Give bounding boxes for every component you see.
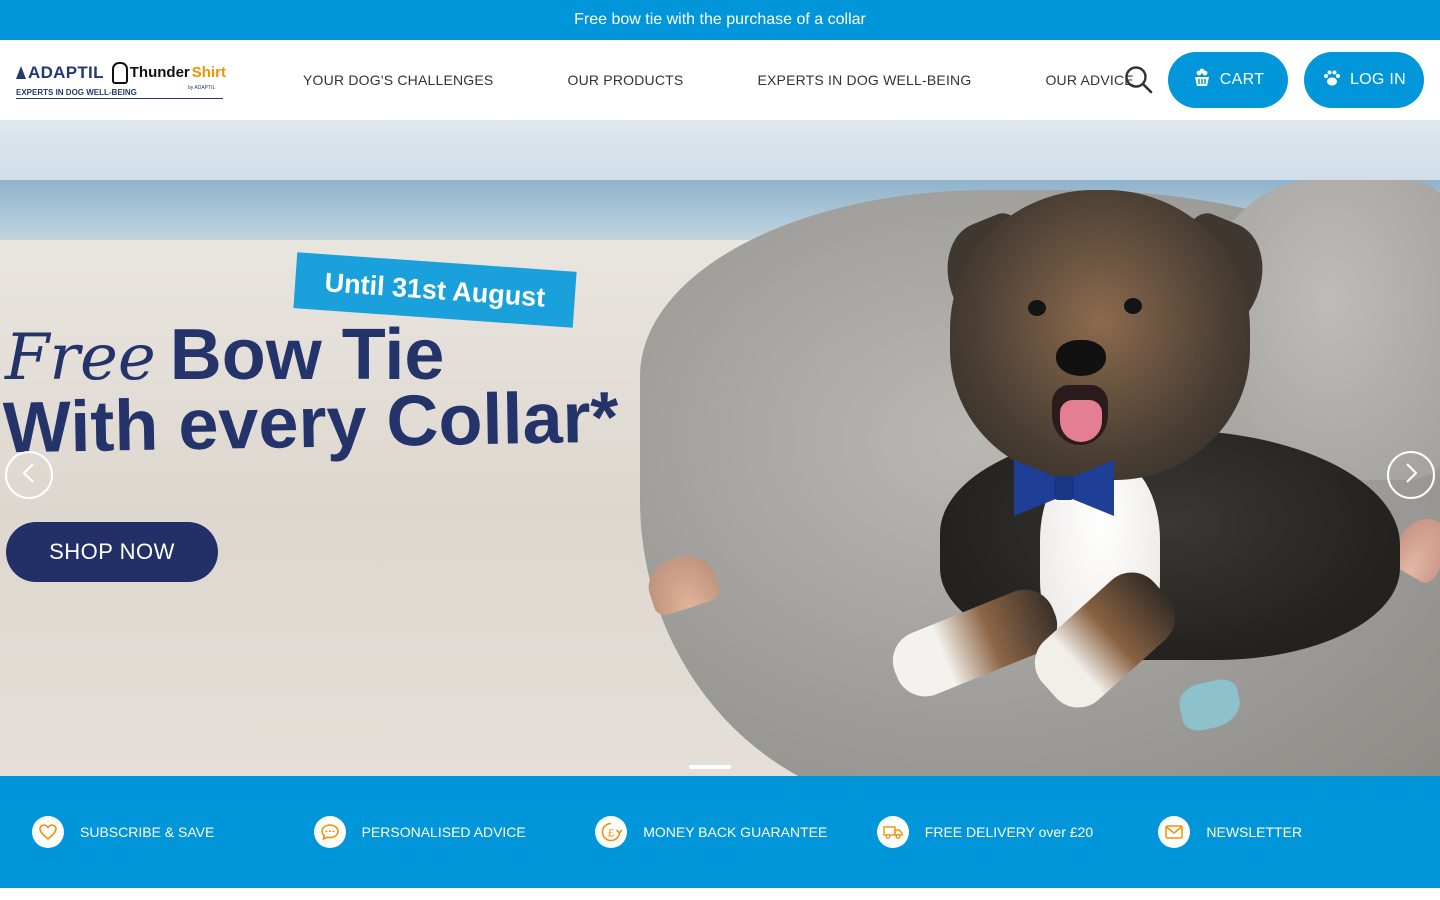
promo-bar[interactable]: Free bow tie with the purchase of a coll… (0, 0, 1440, 40)
delivery-truck-icon (876, 816, 909, 848)
carousel-next-button[interactable] (1387, 451, 1435, 499)
bow-tie (1014, 460, 1114, 516)
site-header: ADAPTIL Thunder Shirt EXPERTS IN DOG WELL… (0, 40, 1440, 120)
heart-icon (32, 816, 64, 848)
thundershirt-wordmark-a: Thunder (129, 64, 190, 81)
benefit-label: PERSONALISED ADVICE (361, 824, 526, 840)
dog-eye (1124, 298, 1142, 314)
nav-item-dog-challenges[interactable]: YOUR DOG'S CHALLENGES (303, 72, 493, 88)
login-label: LOG IN (1349, 71, 1407, 88)
cart-basket-icon (1192, 68, 1212, 93)
benefit-subscribe-save[interactable]: SUBSCRIBE & SAVE (32, 816, 314, 848)
carousel-prev-button[interactable] (5, 451, 53, 499)
benefits-bar: SUBSCRIBE & SAVE PERSONALISED ADVICE £ M… (0, 776, 1440, 888)
benefit-label: NEWSLETTER (1206, 824, 1303, 840)
benefit-label: SUBSCRIBE & SAVE (80, 824, 215, 840)
hero-carousel[interactable]: Until 31st August Free Bow Tie With ever… (0, 120, 1440, 776)
adaptil-logo: ADAPTIL (16, 63, 104, 83)
headline-free: Free (5, 321, 156, 395)
nav-item-experts[interactable]: EXPERTS IN DOG WELL-BEING (757, 72, 971, 88)
chat-icon (313, 816, 346, 848)
thundershirt-by-label: by ADAPTIL (188, 85, 216, 91)
benefit-money-back[interactable]: £ MONEY BACK GUARANTEE (595, 816, 877, 848)
dog-eye (1028, 300, 1046, 316)
mail-icon (1158, 816, 1191, 848)
dog-tongue (1060, 400, 1102, 442)
cart-label: CART (1219, 71, 1265, 88)
benefit-label: MONEY BACK GUARANTEE (643, 824, 828, 840)
chevron-left-icon (20, 462, 38, 489)
dog-nose (1056, 340, 1106, 376)
shop-now-button[interactable]: SHOP NOW (6, 522, 218, 582)
paw-icon (1322, 68, 1342, 93)
thundershirt-wordmark-b: Shirt (191, 64, 226, 81)
thundershirt-dog-icon (111, 61, 128, 84)
benefit-newsletter[interactable]: NEWSLETTER (1158, 816, 1440, 848)
nav-item-our-advice[interactable]: OUR ADVICE (1045, 72, 1133, 88)
benefit-personalised-advice[interactable]: PERSONALISED ADVICE (313, 816, 596, 848)
pound-icon: £ (595, 816, 628, 848)
dog-image (880, 190, 1420, 720)
login-button[interactable]: LOG IN (1304, 52, 1424, 108)
carousel-dot-active[interactable] (689, 765, 731, 769)
adaptil-mark-icon (16, 66, 26, 79)
adaptil-wordmark: ADAPTIL (28, 62, 104, 82)
logo-row: ADAPTIL Thunder Shirt (16, 61, 226, 84)
cart-button[interactable]: CART (1168, 52, 1288, 108)
search-icon[interactable] (1124, 65, 1154, 95)
promo-text[interactable]: Free bow tie with the purchase of a coll… (574, 11, 866, 29)
dog-head (950, 190, 1250, 480)
thundershirt-logo: Thunder Shirt (111, 61, 226, 84)
site-logo[interactable]: ADAPTIL Thunder Shirt EXPERTS IN DOG WELL… (16, 61, 226, 99)
svg-text:£: £ (608, 828, 614, 840)
chevron-right-icon (1402, 462, 1420, 489)
benefit-free-delivery[interactable]: FREE DELIVERY over £20 (876, 816, 1159, 848)
benefit-label: FREE DELIVERY over £20 (924, 824, 1094, 840)
main-nav: YOUR DOG'S CHALLENGES OUR PRODUCTS EXPER… (303, 72, 1134, 88)
hero-headline-line2: With every Collar* (2, 377, 620, 469)
nav-item-our-products[interactable]: OUR PRODUCTS (567, 72, 683, 88)
